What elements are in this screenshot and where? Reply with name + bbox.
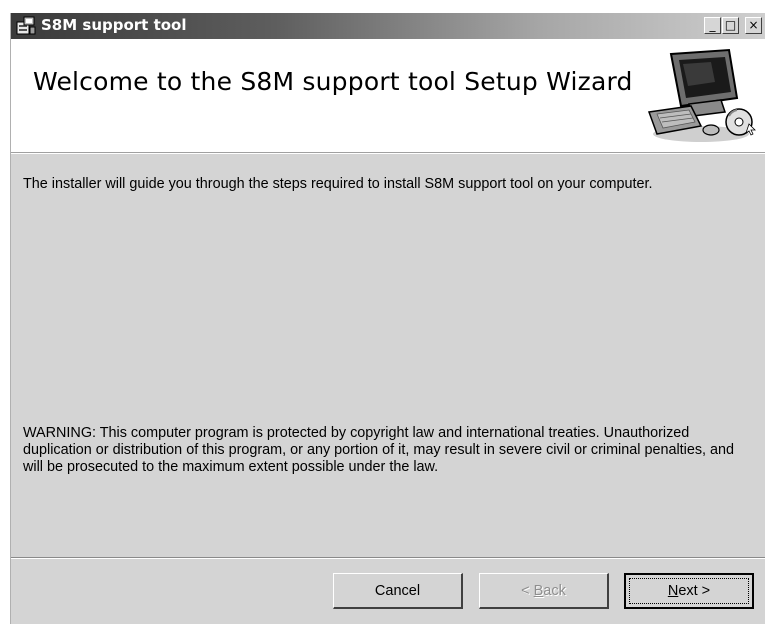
title-bar[interactable]: S8M support tool _ □ × <box>11 13 765 39</box>
maximize-button[interactable]: □ <box>722 17 739 34</box>
setup-wizard-window: S8M support tool _ □ × Welcome to the S8… <box>10 13 765 624</box>
focus-rectangle <box>629 578 749 604</box>
window-title: S8M support tool <box>41 16 187 34</box>
banner-divider <box>11 152 765 154</box>
back-button[interactable]: < Back <box>479 573 609 609</box>
back-rest: ack <box>543 582 566 599</box>
intro-text: The installer will guide you through the… <box>23 176 653 192</box>
close-icon: × <box>748 18 759 32</box>
minimize-icon: _ <box>709 18 716 32</box>
back-prefix: < <box>521 582 534 599</box>
back-label: < Back <box>521 583 566 599</box>
footer-divider <box>11 557 765 559</box>
wizard-banner: Welcome to the S8M support tool Setup Wi… <box>11 39 765 152</box>
back-mnemonic: B <box>533 582 544 599</box>
computer-setup-icon <box>647 48 756 142</box>
close-button[interactable]: × <box>745 17 762 34</box>
cancel-label: Cancel <box>374 582 421 599</box>
minimize-button[interactable]: _ <box>704 17 721 34</box>
maximize-icon: □ <box>724 18 737 32</box>
wizard-heading: Welcome to the S8M support tool Setup Wi… <box>33 67 633 96</box>
next-button[interactable]: Next > <box>624 573 754 609</box>
installer-app-icon <box>16 16 36 35</box>
cancel-button[interactable]: Cancel <box>333 573 463 609</box>
copyright-warning: WARNING: This computer program is protec… <box>23 425 735 475</box>
